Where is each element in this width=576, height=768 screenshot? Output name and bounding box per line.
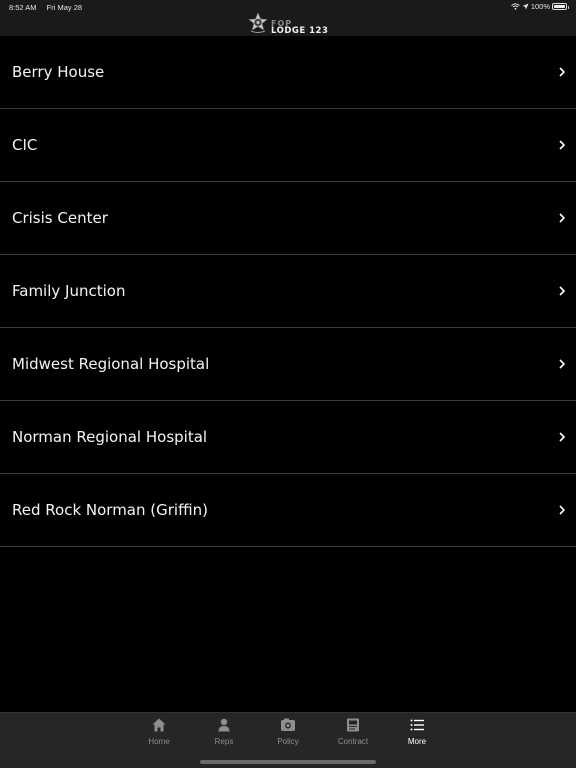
list-item-berry-house[interactable]: Berry House bbox=[0, 36, 576, 109]
list-icon bbox=[410, 719, 424, 731]
chevron-right-icon bbox=[559, 359, 566, 369]
list-item-label: Crisis Center bbox=[12, 209, 108, 227]
wifi-icon bbox=[510, 3, 520, 10]
chevron-right-icon bbox=[559, 213, 566, 223]
chevron-right-icon bbox=[559, 432, 566, 442]
tab-more[interactable]: More bbox=[387, 716, 447, 750]
status-time: 8:52 AM bbox=[9, 3, 37, 12]
list-item-crisis-center[interactable]: Crisis Center bbox=[0, 182, 576, 255]
tab-label: Reps bbox=[214, 737, 234, 746]
home-icon bbox=[152, 718, 166, 732]
list-item-cic[interactable]: CIC bbox=[0, 109, 576, 182]
tab-label: More bbox=[407, 737, 427, 746]
location-icon bbox=[522, 3, 529, 10]
tab-label: Policy bbox=[277, 737, 299, 746]
home-indicator[interactable] bbox=[200, 760, 376, 764]
logo-text-lodge: LODGE 123 bbox=[271, 26, 329, 36]
person-icon bbox=[218, 718, 230, 732]
tab-reps[interactable]: Reps bbox=[194, 716, 254, 750]
chevron-right-icon bbox=[559, 140, 566, 150]
app-logo: FOP LODGE 123 bbox=[247, 12, 331, 36]
tab-contract[interactable]: Contract bbox=[323, 716, 383, 750]
tab-label: Home bbox=[148, 737, 170, 746]
list-item-label: Berry House bbox=[12, 63, 105, 81]
status-date: Fri May 28 bbox=[46, 3, 83, 12]
list-item-norman-regional-hospital[interactable]: Norman Regional Hospital bbox=[0, 401, 576, 474]
list-item-label: Family Junction bbox=[12, 282, 126, 300]
list-item-midwest-regional-hospital[interactable]: Midwest Regional Hospital bbox=[0, 328, 576, 401]
tab-label: Contract bbox=[337, 737, 369, 746]
list-item-label: CIC bbox=[12, 136, 38, 154]
chevron-right-icon bbox=[559, 505, 566, 515]
tab-policy[interactable]: Policy bbox=[258, 716, 318, 750]
list-item-family-junction[interactable]: Family Junction bbox=[0, 255, 576, 328]
fop-star-badge-icon bbox=[248, 12, 268, 33]
chevron-right-icon bbox=[559, 286, 566, 296]
tab-home[interactable]: Home bbox=[129, 716, 189, 750]
chevron-right-icon bbox=[559, 67, 566, 77]
list-item-label: Red Rock Norman (Griffin) bbox=[12, 501, 208, 519]
tab-bar: Home Reps Policy Contract More bbox=[0, 712, 576, 768]
battery-icon bbox=[552, 3, 569, 10]
contract-icon bbox=[347, 718, 359, 732]
list-item-label: Midwest Regional Hospital bbox=[12, 355, 210, 373]
navigation-bar: 8:52 AM Fri May 28 100% FOP LODGE 123 bbox=[0, 0, 576, 36]
location-list: Berry House CIC Crisis Center Family Jun… bbox=[0, 36, 576, 547]
list-item-red-rock-norman[interactable]: Red Rock Norman (Griffin) bbox=[0, 474, 576, 547]
list-item-label: Norman Regional Hospital bbox=[12, 428, 208, 446]
battery-percent: 100% bbox=[530, 2, 550, 11]
policy-icon bbox=[281, 718, 295, 731]
